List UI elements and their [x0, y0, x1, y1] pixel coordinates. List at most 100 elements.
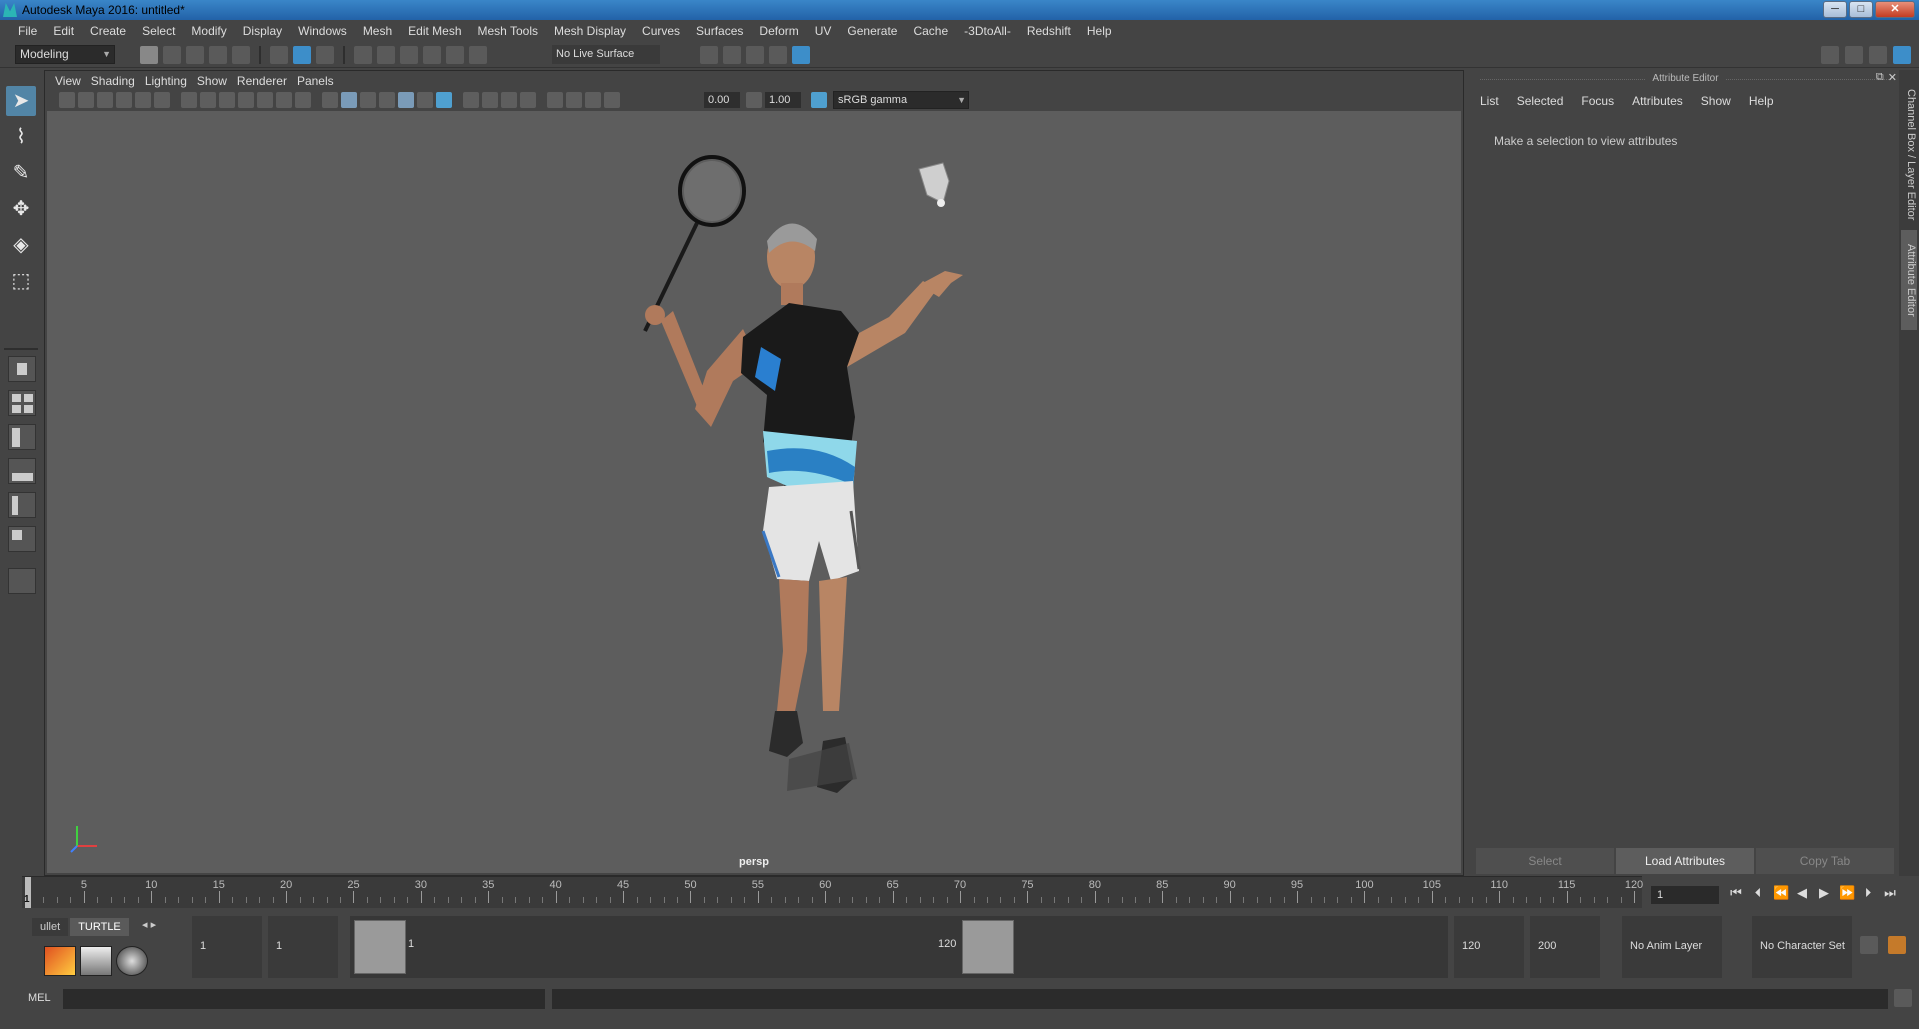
hypershade-layout-button[interactable] — [8, 492, 36, 518]
range-end-handle[interactable] — [962, 920, 1014, 974]
anim-layer-dropdown[interactable]: No Anim Layer — [1622, 916, 1722, 978]
menu-generate[interactable]: Generate — [839, 24, 905, 38]
menu-mesh[interactable]: Mesh — [355, 24, 400, 38]
menu-help[interactable]: Help — [1079, 24, 1120, 38]
menu-3dtoall[interactable]: -3DtoAll- — [956, 24, 1019, 38]
script-editor-icon[interactable] — [1894, 989, 1912, 1007]
select-by-hierarchy-icon[interactable] — [270, 46, 288, 64]
undo-icon[interactable] — [209, 46, 227, 64]
scale-tool-button[interactable]: ⬚ — [6, 266, 36, 296]
step-forward-frame-icon[interactable]: ⏵ — [1861, 885, 1875, 901]
viewport-menu-lighting[interactable]: Lighting — [145, 74, 197, 88]
menu-mesh-display[interactable]: Mesh Display — [546, 24, 634, 38]
maximize-button[interactable]: □ — [1849, 1, 1873, 18]
motion-blur-icon[interactable] — [463, 92, 479, 108]
single-perspective-layout-button[interactable] — [8, 356, 36, 382]
select-camera-icon[interactable] — [59, 92, 75, 108]
image-plane-icon[interactable] — [116, 92, 132, 108]
rotate-tool-button[interactable]: ◈ — [6, 230, 36, 260]
smooth-shade-icon[interactable] — [341, 92, 357, 108]
xray-joints-icon[interactable] — [566, 92, 582, 108]
menu-uv[interactable]: UV — [807, 24, 840, 38]
channel-box-toggle-icon[interactable] — [1893, 46, 1911, 64]
range-slider-track[interactable]: 1 120 — [350, 916, 1448, 978]
live-surface-field[interactable]: No Live Surface — [552, 45, 660, 64]
lasso-tool-button[interactable]: ⌇ — [6, 122, 36, 152]
menu-edit[interactable]: Edit — [45, 24, 82, 38]
viewport-menu-view[interactable]: View — [55, 74, 91, 88]
step-back-frame-icon[interactable]: ⏴ — [1751, 885, 1765, 901]
view-transform-dropdown[interactable]: sRGB gamma ▼ — [833, 91, 969, 109]
resolution-gate-icon[interactable] — [219, 92, 235, 108]
go-to-start-icon[interactable]: ⏮ — [1729, 885, 1743, 901]
turtle-settings-icon[interactable] — [80, 946, 112, 976]
screen-space-ao-icon[interactable] — [436, 92, 452, 108]
menu-cache[interactable]: Cache — [905, 24, 956, 38]
depth-of-field-icon[interactable] — [501, 92, 517, 108]
select-by-component-icon[interactable] — [316, 46, 334, 64]
bookmarks-icon[interactable] — [97, 92, 113, 108]
perspective-viewport[interactable]: persp — [47, 111, 1461, 873]
camera-attributes-icon[interactable] — [78, 92, 94, 108]
time-slider[interactable]: 5 10 15 20 25 30 35 40 45 50 55 60 65 70 75 80 85 90 95 100… — [22, 876, 1643, 909]
attr-menu-attributes[interactable]: Attributes — [1630, 94, 1693, 108]
minimize-button[interactable]: ─ — [1823, 1, 1847, 18]
range-start-handle[interactable] — [354, 920, 406, 974]
playback-end-field[interactable]: 120 — [1454, 916, 1524, 978]
menu-file[interactable]: File — [10, 24, 45, 38]
2d-pan-zoom-icon[interactable] — [135, 92, 151, 108]
attr-menu-selected[interactable]: Selected — [1515, 94, 1574, 108]
snap-view-plane-icon[interactable] — [423, 46, 441, 64]
select-tool-button[interactable]: ➤ — [6, 86, 36, 116]
attr-menu-list[interactable]: List — [1478, 94, 1509, 108]
field-chart-icon[interactable] — [257, 92, 273, 108]
film-gate-icon[interactable] — [200, 92, 216, 108]
gamma-icon[interactable] — [746, 92, 762, 108]
gamma-field[interactable]: 1.00 — [765, 92, 801, 108]
menu-deform[interactable]: Deform — [751, 24, 806, 38]
menu-redshift[interactable]: Redshift — [1019, 24, 1079, 38]
safe-title-icon[interactable] — [295, 92, 311, 108]
turtle-render-icon[interactable] — [44, 946, 76, 976]
collapse-toolbox-button[interactable] — [8, 568, 36, 594]
paint-select-tool-button[interactable]: ✎ — [6, 158, 36, 188]
step-forward-key-icon[interactable]: ⏩ — [1839, 885, 1855, 901]
load-attributes-button[interactable]: Load Attributes — [1616, 848, 1754, 874]
four-view-layout-button[interactable] — [8, 390, 36, 416]
step-back-key-icon[interactable]: ⏪ — [1773, 885, 1789, 901]
attribute-editor-tab[interactable]: Attribute Editor — [1901, 230, 1917, 330]
menu-curves[interactable]: Curves — [634, 24, 688, 38]
animation-preferences-icon[interactable] — [1888, 936, 1906, 954]
attr-menu-show[interactable]: Show — [1699, 94, 1741, 108]
render-view-icon[interactable] — [700, 46, 718, 64]
animation-start-field[interactable]: 1 — [192, 916, 262, 978]
close-button[interactable]: ✕ — [1875, 1, 1915, 18]
snap-surface-icon[interactable] — [446, 46, 464, 64]
shelf-tab-turtle[interactable]: TURTLE — [70, 918, 129, 936]
menu-modify[interactable]: Modify — [183, 24, 234, 38]
hypershade-icon[interactable] — [792, 46, 810, 64]
script-language-toggle[interactable]: MEL — [28, 992, 51, 1004]
color-management-icon[interactable] — [811, 92, 827, 108]
viewport-menu-panels[interactable]: Panels — [297, 74, 344, 88]
exposure-icon[interactable] — [604, 92, 620, 108]
close-panel-icon[interactable]: ✕ — [1888, 71, 1897, 84]
grid-icon[interactable] — [181, 92, 197, 108]
persp-outliner-graph-layout-button[interactable] — [8, 526, 36, 552]
go-to-end-icon[interactable]: ⏭ — [1883, 885, 1897, 901]
safe-action-icon[interactable] — [276, 92, 292, 108]
current-frame-field[interactable]: 1 — [1651, 886, 1719, 904]
multisample-aa-icon[interactable] — [482, 92, 498, 108]
copy-tab-button[interactable]: Copy Tab — [1756, 848, 1894, 874]
menu-display[interactable]: Display — [235, 24, 290, 38]
attr-menu-help[interactable]: Help — [1747, 94, 1784, 108]
play-forwards-icon[interactable]: ▶ — [1817, 885, 1831, 901]
wireframe-on-shaded-icon[interactable] — [360, 92, 376, 108]
make-live-icon[interactable] — [469, 46, 487, 64]
snap-point-icon[interactable] — [400, 46, 418, 64]
viewport-menu-renderer[interactable]: Renderer — [237, 74, 297, 88]
attribute-editor-toggle-icon[interactable] — [1845, 46, 1863, 64]
use-all-lights-icon[interactable] — [398, 92, 414, 108]
menu-mesh-tools[interactable]: Mesh Tools — [470, 24, 546, 38]
move-tool-button[interactable]: ✥ — [6, 194, 36, 224]
